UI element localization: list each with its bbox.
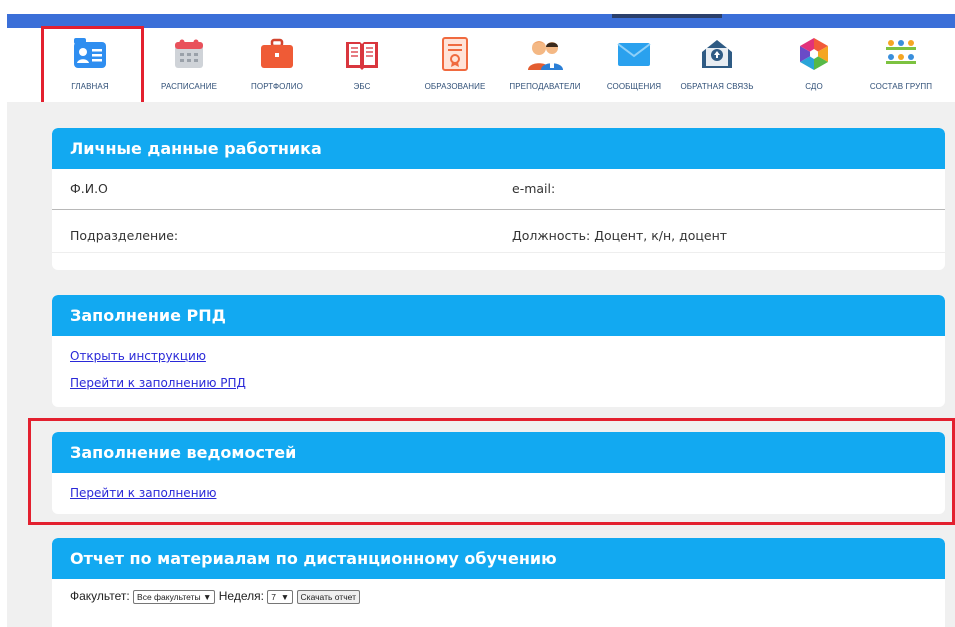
email-label: e-mail: [512,181,556,196]
nav-sdo[interactable]: СДО [779,28,849,102]
week-select-value: 7 [271,592,277,602]
fill-rpd-link[interactable]: Перейти к заполнению РПД [70,376,945,390]
group-icon [883,36,919,72]
faculty-select[interactable]: Все факультеты ▼ [133,590,216,604]
card-title-report: Отчет по материалам по дистанционному об… [52,538,945,579]
top-strip [0,0,955,14]
highlight-frame-sheets [28,418,955,525]
nav-label-groups: СОСТАВ ГРУПП [869,82,933,91]
week-label: Неделя: [218,589,264,603]
download-report-button[interactable]: Скачать отчет [296,590,360,604]
card-personal: Личные данные работника Ф.И.О e-mail: По… [52,128,945,270]
nav-groups[interactable]: СОСТАВ ГРУПП [861,28,941,102]
week-select[interactable]: 7 ▼ [267,590,294,604]
open-instruction-link[interactable]: Открыть инструкцию [70,349,945,363]
nav-feedback[interactable]: ОБРАТНАЯ СВЯЗЬ [677,28,757,102]
certificate-icon [437,36,473,72]
hexagon-icon [796,36,832,72]
calendar-icon [171,36,207,72]
briefcase-icon [259,36,295,72]
position-label: Должность: Доцент, к/н, доцент [512,228,728,243]
card-title-rpd: Заполнение РПД [52,295,945,336]
nav-label-ebs: ЭБС [353,82,371,91]
top-bar-tab [612,14,722,18]
nav-teachers[interactable]: ПРЕПОДАВАТЕЛИ [505,28,585,102]
book-icon [344,36,380,72]
row-division: Подразделение: Должность: Доцент, к/н, д… [52,210,945,253]
feedback-icon [699,36,735,72]
nav-label-portfolio: ПОРТФОЛИО [251,82,303,91]
nav-label-sdo: СДО [805,82,823,91]
card-rpd: Заполнение РПД Открыть инструкцию Перейт… [52,295,945,407]
nav-label-schedule: РАСПИСАНИЕ [160,82,218,91]
nav-ebs[interactable]: ЭБС [327,28,397,102]
envelope-icon [616,36,652,72]
card-title-personal: Личные данные работника [52,128,945,169]
fio-label: Ф.И.О [70,181,108,196]
top-bar [7,14,955,28]
nav-label-education: ОБРАЗОВАНИЕ [424,82,486,91]
faculty-select-value: Все факультеты [137,592,201,602]
division-label: Подразделение: [70,228,179,243]
row-fio: Ф.И.О e-mail: [52,169,945,210]
card-report: Отчет по материалам по дистанционному об… [52,538,945,627]
nav-label-messages: СООБЩЕНИЯ [606,82,662,91]
chevron-down-icon: ▼ [203,592,212,602]
chevron-down-icon: ▼ [280,592,290,602]
nav-messages[interactable]: СООБЩЕНИЯ [599,28,669,102]
report-controls: Факультет: Все факультеты ▼ Неделя: 7 ▼ … [70,589,945,604]
nav-label-teachers: ПРЕПОДАВАТЕЛИ [509,82,581,91]
nav-label-feedback: ОБРАТНАЯ СВЯЗЬ [680,82,754,91]
nav-education[interactable]: ОБРАЗОВАНИЕ [420,28,490,102]
faculty-label: Факультет: [70,589,130,603]
nav-schedule[interactable]: РАСПИСАНИЕ [154,28,224,102]
teachers-icon [527,36,563,72]
nav-portfolio[interactable]: ПОРТФОЛИО [242,28,312,102]
main-nav: ГЛАВНАЯ РАСПИСАНИЕ ПОРТФОЛИО ЭБС ОБРАЗОВ… [7,28,955,102]
